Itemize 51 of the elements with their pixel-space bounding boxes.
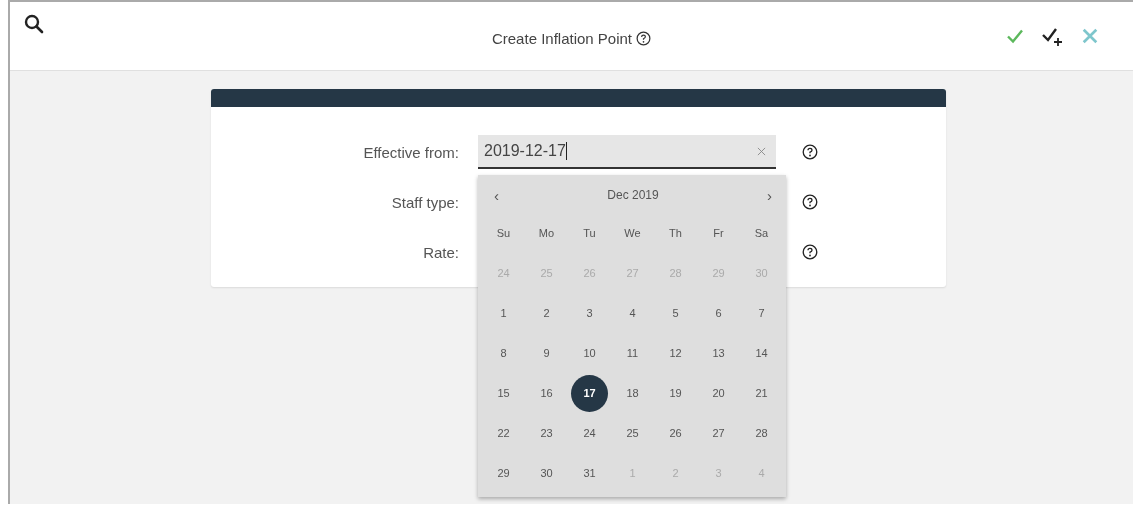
calendar-day[interactable]: 25 — [614, 414, 651, 452]
calendar-day[interactable]: 29 — [485, 454, 522, 492]
field-label: Rate: — [422, 243, 459, 261]
calendar-day[interactable]: 22 — [485, 414, 522, 452]
date-field[interactable]: 2019-12-17 — [478, 135, 776, 169]
calendar-day[interactable]: 27 — [700, 414, 737, 452]
calendar-day[interactable]: 31 — [571, 454, 608, 492]
calendar-day[interactable]: 13 — [700, 334, 737, 372]
weekday-label: Fr — [713, 227, 724, 239]
calendar-day[interactable]: 14 — [743, 334, 780, 372]
next-month-button[interactable]: › — [767, 186, 772, 204]
calendar-day[interactable]: 17 — [571, 374, 608, 412]
field-label: Staff type: — [390, 193, 459, 211]
weekday-label: Mo — [538, 227, 555, 239]
calendar-day[interactable]: 28 — [743, 414, 780, 452]
help-icon[interactable] — [802, 244, 818, 260]
calendar-day[interactable]: 24 — [571, 414, 608, 452]
calendar-day[interactable]: 8 — [485, 334, 522, 372]
calendar-day[interactable]: 7 — [743, 294, 780, 332]
calendar-day[interactable]: 9 — [528, 334, 565, 372]
calendar-day[interactable]: 1 — [485, 294, 522, 332]
calendar-day[interactable]: 5 — [657, 294, 694, 332]
previous-month-button[interactable]: ‹ — [494, 186, 499, 204]
calendar-day[interactable]: 3 — [571, 294, 608, 332]
calendar-day[interactable]: 30 — [528, 454, 565, 492]
month-title: Dec 2019 — [607, 188, 659, 202]
calendar-day[interactable]: 20 — [700, 374, 737, 412]
help-icon[interactable] — [802, 194, 818, 210]
weekday-label: Sa — [754, 227, 769, 239]
calendar-day[interactable]: 19 — [657, 374, 694, 412]
weekday-label: Th — [669, 227, 682, 239]
calendar-day[interactable]: 12 — [657, 334, 694, 372]
calendar-day[interactable]: 21 — [743, 374, 780, 412]
weekday-label: Su — [496, 227, 511, 239]
help-icon[interactable] — [802, 144, 818, 160]
calendar-day[interactable]: 11 — [614, 334, 651, 372]
calendar-day[interactable]: 10 — [571, 334, 608, 372]
calendar-day[interactable]: 2 — [528, 294, 565, 332]
window-title: Create Inflation Point — [491, 30, 633, 47]
calendar-day[interactable]: 6 — [700, 294, 737, 332]
calendar-day[interactable]: 26 — [657, 414, 694, 452]
weekday-label: We — [624, 227, 641, 239]
calendar-day[interactable]: 15 — [485, 374, 522, 412]
calendar-day[interactable]: 23 — [528, 414, 565, 452]
calendar-day[interactable]: 4 — [614, 294, 651, 332]
calendar-day[interactable]: 18 — [614, 374, 651, 412]
weekday-label: Tu — [583, 227, 596, 239]
search-icon[interactable] — [24, 14, 44, 34]
calendar-day[interactable]: 16 — [528, 374, 565, 412]
help-icon[interactable] — [636, 31, 652, 46]
field-label: Effective from: — [362, 143, 459, 161]
